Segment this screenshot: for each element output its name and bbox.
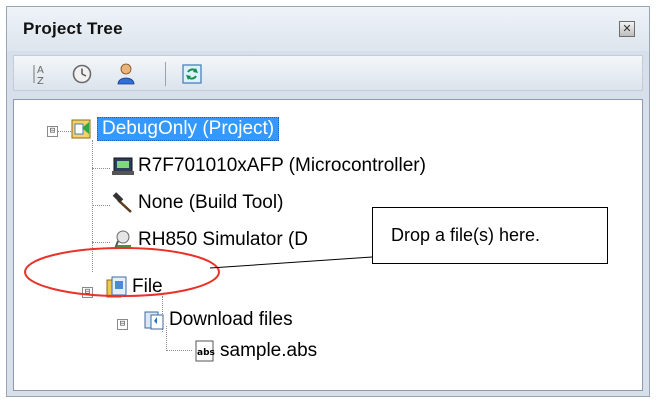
close-icon[interactable]: ✕ xyxy=(619,21,635,37)
sort-icon[interactable]: A Z xyxy=(30,62,54,86)
tree-connector xyxy=(166,350,192,351)
tree-item-build-tool[interactable]: None (Build Tool) xyxy=(138,192,283,214)
tree-item-project[interactable]: DebugOnly (Project) xyxy=(97,117,280,141)
tree-connector xyxy=(92,140,93,272)
expander-download-files[interactable]: ⊟ xyxy=(117,319,128,330)
tree-item-file[interactable]: File xyxy=(132,276,163,298)
tree-connector xyxy=(92,242,110,243)
toolbar-separator xyxy=(165,62,166,86)
callout-box: Drop a file(s) here. xyxy=(372,207,608,264)
panel-title: Project Tree xyxy=(23,19,123,38)
abs-file-icon: abs xyxy=(195,340,215,362)
debug-tool-icon xyxy=(114,230,131,250)
svg-text:Z: Z xyxy=(37,76,44,86)
toolbar: A Z xyxy=(13,55,643,91)
tree-connector xyxy=(92,205,110,206)
project-tree-panel: Project Tree ✕ A Z ⊟ DebugOnly (Project)… xyxy=(6,6,650,397)
tree-item-download-files[interactable]: Download files xyxy=(169,309,293,331)
person-icon[interactable] xyxy=(114,62,138,86)
download-files-icon xyxy=(144,311,164,330)
svg-text:abs: abs xyxy=(197,348,215,358)
panel-titlebar: Project Tree ✕ xyxy=(7,7,649,51)
folder-icon xyxy=(106,276,127,298)
refresh-icon[interactable] xyxy=(180,62,204,86)
tree-connector xyxy=(166,326,167,351)
tree-item-debug-tool[interactable]: RH850 Simulator (D xyxy=(138,229,308,251)
expander-project[interactable]: ⊟ xyxy=(47,126,58,137)
svg-text:A: A xyxy=(37,65,44,76)
tree-item-sample-abs[interactable]: sample.abs xyxy=(220,340,317,362)
project-icon xyxy=(71,119,91,139)
tree-item-microcontroller[interactable]: R7F701010xAFP (Microcontroller) xyxy=(138,155,426,177)
callout-text: Drop a file(s) here. xyxy=(391,225,541,245)
tree-connector xyxy=(92,168,110,169)
tree-connector xyxy=(57,131,71,132)
microcontroller-icon xyxy=(112,157,134,175)
history-icon[interactable] xyxy=(70,62,94,86)
hammer-icon xyxy=(112,192,132,213)
expander-file[interactable]: ⊟ xyxy=(82,287,93,298)
